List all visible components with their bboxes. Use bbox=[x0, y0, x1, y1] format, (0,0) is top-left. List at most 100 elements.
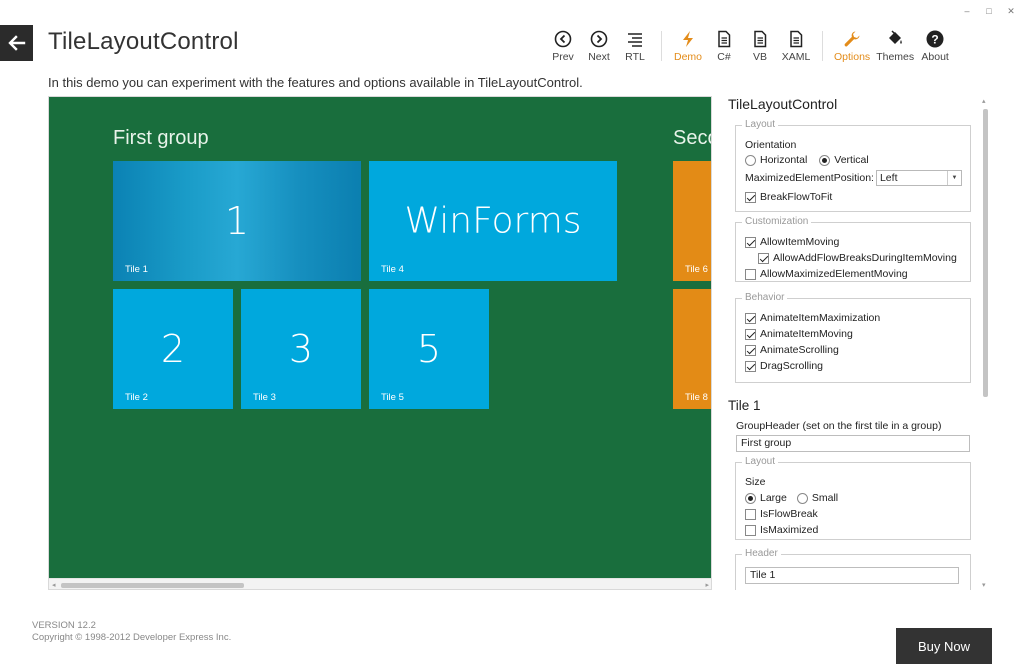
size-options: Large Small bbox=[745, 492, 838, 504]
circle-arrow-right-icon bbox=[589, 29, 609, 49]
wrench-icon bbox=[842, 29, 862, 49]
allow-maximized-moving-checkbox[interactable] bbox=[745, 268, 756, 280]
vb-label: VB bbox=[752, 51, 767, 63]
maximized-position-value: Left bbox=[879, 172, 898, 184]
svg-text:?: ? bbox=[931, 33, 938, 47]
allow-maximized-moving-label: AllowMaximizedElementMoving bbox=[760, 268, 908, 280]
rtl-label: RTL bbox=[625, 51, 645, 63]
is-flow-break-checkbox[interactable] bbox=[745, 508, 756, 520]
maximize-button[interactable]: □ bbox=[984, 6, 994, 17]
allow-item-moving-row: AllowItemMoving bbox=[745, 236, 839, 248]
prev-label: Prev bbox=[552, 51, 574, 63]
tile-6[interactable]: Tile 6 bbox=[673, 161, 711, 281]
back-button[interactable] bbox=[0, 25, 33, 61]
chevron-down-icon[interactable]: ▼ bbox=[946, 171, 961, 185]
tile-content: 5 bbox=[416, 327, 442, 371]
allow-item-moving-checkbox[interactable] bbox=[745, 236, 756, 248]
allow-add-flow-breaks-label: AllowAddFlowBreaksDuringItemMoving bbox=[773, 252, 957, 264]
animate-moving-checkbox[interactable] bbox=[745, 328, 756, 340]
tile-layout-canvas[interactable]: First group Seco 1 Tile 1 WinForms Tile … bbox=[48, 96, 712, 590]
horizontal-scrollbar[interactable]: ◂ ▸ bbox=[49, 578, 711, 589]
tile-content: WinForms bbox=[404, 200, 582, 242]
scroll-left-icon[interactable]: ◂ bbox=[52, 581, 56, 589]
themes-button[interactable]: Themes bbox=[873, 29, 917, 63]
themes-label: Themes bbox=[876, 51, 915, 63]
vertical-radio-label: Vertical bbox=[834, 154, 869, 166]
arrow-left-icon bbox=[7, 35, 25, 51]
demo-button[interactable]: Demo bbox=[670, 29, 706, 63]
orientation-label: Orientation bbox=[745, 139, 797, 151]
csharp-button[interactable]: C# bbox=[706, 29, 742, 63]
tile-4[interactable]: WinForms Tile 4 bbox=[369, 161, 617, 281]
drag-scrolling-label: DragScrolling bbox=[760, 360, 824, 372]
options-button[interactable]: Options bbox=[831, 29, 873, 63]
allow-add-flow-breaks-checkbox[interactable] bbox=[758, 252, 769, 264]
footer-info: VERSION 12.2 Copyright © 1998-2012 Devel… bbox=[32, 620, 231, 644]
animate-max-row: AnimateItemMaximization bbox=[745, 312, 880, 324]
animate-moving-label: AnimateItemMoving bbox=[760, 328, 853, 340]
minimize-button[interactable]: – bbox=[962, 6, 972, 17]
tile-3[interactable]: 3 Tile 3 bbox=[241, 289, 361, 409]
horizontal-scroll-thumb[interactable] bbox=[61, 583, 244, 588]
tile-5[interactable]: 5 Tile 5 bbox=[369, 289, 489, 409]
animate-maximization-checkbox[interactable] bbox=[745, 312, 756, 324]
tile-content: 3 bbox=[288, 327, 314, 371]
paint-bucket-icon bbox=[885, 29, 905, 49]
group-header-label: GroupHeader (set on the first tile in a … bbox=[736, 420, 942, 432]
break-flow-label: BreakFlowToFit bbox=[760, 191, 833, 203]
vertical-radio[interactable] bbox=[819, 154, 831, 166]
toolbar-separator bbox=[661, 31, 662, 61]
version-text: VERSION 12.2 bbox=[32, 620, 96, 631]
break-flow-row: BreakFlowToFit bbox=[745, 191, 832, 203]
scroll-up-icon[interactable]: ▴ bbox=[982, 97, 986, 105]
vertical-scrollbar[interactable]: ▴ ▾ bbox=[980, 96, 992, 590]
tile-caption: Tile 8 bbox=[685, 392, 708, 403]
animate-scrolling-label: AnimateScrolling bbox=[760, 344, 839, 356]
drag-scrolling-checkbox[interactable] bbox=[745, 360, 756, 372]
scroll-down-icon[interactable]: ▾ bbox=[982, 581, 986, 589]
small-radio-label: Small bbox=[811, 492, 839, 504]
tile-1[interactable]: 1 Tile 1 bbox=[113, 161, 361, 281]
next-label: Next bbox=[588, 51, 610, 63]
allow-item-moving-label: AllowItemMoving bbox=[760, 236, 840, 248]
about-button[interactable]: ? About bbox=[917, 29, 953, 63]
small-radio[interactable] bbox=[796, 492, 808, 504]
buy-now-button[interactable]: Buy Now bbox=[896, 628, 992, 664]
next-button[interactable]: Next bbox=[581, 29, 617, 63]
tile-content: 1 bbox=[224, 199, 250, 243]
scroll-right-icon[interactable]: ▸ bbox=[705, 581, 709, 589]
prev-button[interactable]: Prev bbox=[545, 29, 581, 63]
xaml-button[interactable]: XAML bbox=[778, 29, 814, 63]
tile-8[interactable]: Tile 8 bbox=[673, 289, 711, 409]
tile-layout-group: Layout Size Large Small IsFlowBreak IsMa… bbox=[735, 456, 971, 540]
animate-scrolling-row: AnimateScrolling bbox=[745, 344, 839, 356]
tile-caption: Tile 6 bbox=[685, 264, 708, 275]
tile-layout-area[interactable]: First group Seco 1 Tile 1 WinForms Tile … bbox=[49, 97, 711, 578]
vb-button[interactable]: VB bbox=[742, 29, 778, 63]
header-input[interactable]: Tile 1 bbox=[745, 567, 959, 584]
options-panel: TileLayoutControl Layout Orientation Hor… bbox=[722, 96, 992, 590]
close-button[interactable]: ✕ bbox=[1006, 6, 1016, 17]
is-maximized-row: IsMaximized bbox=[745, 524, 818, 536]
horizontal-radio[interactable] bbox=[745, 154, 756, 166]
about-label: About bbox=[921, 51, 949, 63]
tile-content: 2 bbox=[160, 327, 186, 371]
break-flow-checkbox[interactable] bbox=[745, 191, 756, 203]
document-icon bbox=[750, 29, 770, 49]
vertical-scroll-thumb[interactable] bbox=[983, 109, 988, 397]
circle-arrow-left-icon bbox=[553, 29, 573, 49]
size-label: Size bbox=[745, 476, 766, 488]
document-icon bbox=[714, 29, 734, 49]
animate-moving-row: AnimateItemMoving bbox=[745, 328, 853, 340]
question-circle-icon: ? bbox=[925, 29, 945, 49]
large-radio[interactable] bbox=[745, 492, 756, 504]
group-header-input[interactable]: First group bbox=[736, 435, 970, 452]
maximized-position-select[interactable]: Left ▼ bbox=[875, 170, 962, 186]
animate-scrolling-checkbox[interactable] bbox=[745, 344, 756, 356]
is-maximized-checkbox[interactable] bbox=[745, 524, 756, 536]
rtl-button[interactable]: RTL bbox=[617, 29, 653, 63]
allow-add-flow-breaks-row: AllowAddFlowBreaksDuringItemMoving bbox=[758, 252, 957, 264]
orientation-options: Horizontal Vertical bbox=[745, 154, 869, 166]
tile-2[interactable]: 2 Tile 2 bbox=[113, 289, 233, 409]
large-radio-label: Large bbox=[760, 492, 787, 504]
